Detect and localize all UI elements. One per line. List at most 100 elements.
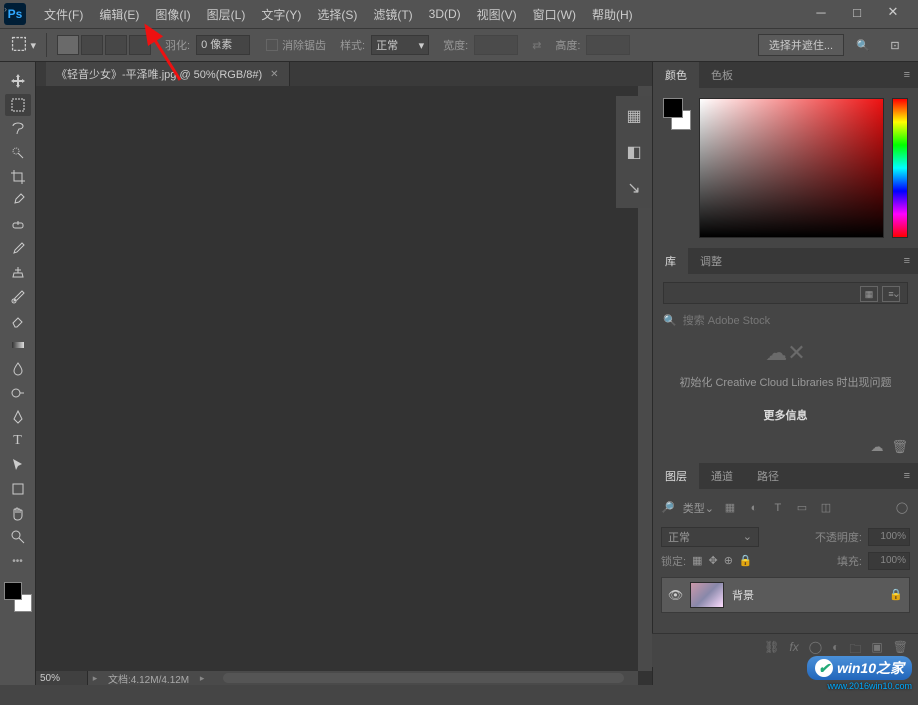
blur-tool[interactable] <box>5 358 31 380</box>
zoom-tool[interactable] <box>5 526 31 548</box>
filter-type-icon[interactable]: T <box>770 501 786 515</box>
crop-tool[interactable] <box>5 166 31 188</box>
docinfo-arrow-icon[interactable]: ▸ <box>88 671 102 685</box>
dodge-tool[interactable] <box>5 382 31 404</box>
menu-type[interactable]: 文字(Y) <box>253 0 309 28</box>
history-dock-icon[interactable]: ▦ <box>622 106 646 126</box>
lib-list-view-icon[interactable]: ≡ <box>882 286 900 302</box>
menu-view[interactable]: 视图(V) <box>469 0 525 28</box>
brushes-dock-icon[interactable]: ↘ <box>622 178 646 198</box>
menu-select[interactable]: 选择(S) <box>309 0 365 28</box>
lock-position-icon[interactable]: ✥ <box>708 554 717 567</box>
type-tool[interactable]: T <box>5 430 31 452</box>
filter-shape-icon[interactable]: ▭ <box>794 501 810 515</box>
layers-panel-menu-icon[interactable]: ≡ <box>896 470 918 482</box>
path-select-tool[interactable] <box>5 454 31 476</box>
tab-layers[interactable]: 图层 <box>653 463 699 489</box>
maximize-button[interactable]: □ <box>846 4 868 20</box>
history-brush-tool[interactable] <box>5 286 31 308</box>
close-tab-icon[interactable]: ✕ <box>270 69 278 80</box>
tool-preset-icon[interactable]: ▾ <box>10 34 36 56</box>
quick-select-tool[interactable] <box>5 142 31 164</box>
feather-input[interactable]: 0 像素 <box>196 35 250 55</box>
menu-edit[interactable]: 编辑(E) <box>91 0 147 28</box>
hue-slider[interactable] <box>892 98 908 238</box>
foreground-color[interactable] <box>4 582 22 600</box>
canvas[interactable] <box>36 86 652 685</box>
selection-subtract-icon[interactable] <box>105 35 127 55</box>
lib-panel-menu-icon[interactable]: ≡ <box>896 255 918 267</box>
filter-toggle-icon[interactable]: ◯ <box>894 501 910 515</box>
trash-icon[interactable]: 🗑 <box>891 439 908 455</box>
link-layers-icon[interactable]: ⛓ <box>764 640 779 661</box>
filter-search-icon[interactable]: 🔎 <box>661 501 675 514</box>
brush-tool[interactable] <box>5 238 31 260</box>
antialias-checkbox[interactable] <box>266 39 278 51</box>
menu-help[interactable]: 帮助(H) <box>584 0 641 28</box>
document-tab[interactable]: 《轻音少女》-平泽唯.jpg @ 50%(RGB/8#) ✕ <box>46 62 290 86</box>
clone-stamp-tool[interactable] <box>5 262 31 284</box>
move-tool[interactable] <box>5 70 31 92</box>
menu-image[interactable]: 图像(I) <box>147 0 198 28</box>
shape-tool[interactable] <box>5 478 31 500</box>
tab-libraries[interactable]: 库 <box>653 248 688 274</box>
selection-intersect-icon[interactable] <box>129 35 151 55</box>
fill-input[interactable] <box>868 552 910 570</box>
tab-paths[interactable]: 路径 <box>745 463 791 489</box>
workspace-icon[interactable]: ⊡ <box>882 34 908 56</box>
opacity-input[interactable] <box>868 528 910 546</box>
scrollbar-horizontal[interactable] <box>223 673 624 683</box>
filter-kind-select[interactable]: 类型⌄ <box>683 500 714 516</box>
color-field[interactable] <box>699 98 884 238</box>
zoom-level[interactable]: 50% <box>36 671 88 685</box>
select-and-mask-button[interactable]: 选择并遮住... <box>758 34 844 56</box>
tab-adjustments[interactable]: 调整 <box>688 248 734 274</box>
lasso-tool[interactable] <box>5 118 31 140</box>
tab-color[interactable]: 颜色 <box>653 62 699 88</box>
lock-pixels-icon[interactable]: ▦ <box>692 554 702 567</box>
menu-filter[interactable]: 滤镜(T) <box>365 0 420 28</box>
menu-window[interactable]: 窗口(W) <box>525 0 584 28</box>
tab-swatches[interactable]: 色板 <box>699 62 745 88</box>
lock-all-icon[interactable]: 🔒 <box>739 554 753 567</box>
menu-file[interactable]: 文件(F) <box>36 0 91 28</box>
selection-new-icon[interactable] <box>57 35 79 55</box>
properties-dock-icon[interactable]: ◧ <box>622 142 646 162</box>
eyedropper-tool[interactable] <box>5 190 31 212</box>
menu-layer[interactable]: 图层(L) <box>199 0 254 28</box>
menu-3d[interactable]: 3D(D) <box>421 0 469 28</box>
style-select[interactable]: 正常▾ <box>371 35 429 55</box>
hand-tool[interactable] <box>5 502 31 524</box>
library-search[interactable]: 🔍 搜索 Adobe Stock <box>663 312 908 328</box>
canvas-view[interactable]: 50% ▸ 文档:4.12M/4.12M ▸ <box>36 86 652 685</box>
filter-pixel-icon[interactable]: ▦ <box>722 501 738 515</box>
pen-tool[interactable] <box>5 406 31 428</box>
color-panel-menu-icon[interactable]: ≡ <box>896 69 918 81</box>
eraser-tool[interactable] <box>5 310 31 332</box>
close-button[interactable]: ✕ <box>882 4 904 20</box>
layer-style-icon[interactable]: fx <box>789 640 798 661</box>
library-more-info-link[interactable]: 更多信息 <box>663 403 908 427</box>
layer-item-background[interactable]: 👁 背景 🔒 <box>661 577 910 613</box>
color-swatches[interactable] <box>4 582 32 612</box>
visibility-toggle-icon[interactable]: 👁 <box>668 588 682 602</box>
marquee-tool[interactable] <box>5 94 31 116</box>
gradient-tool[interactable] <box>5 334 31 356</box>
panel-color-swatches[interactable] <box>663 98 691 130</box>
minimize-button[interactable]: ─ <box>810 4 832 20</box>
search-icon[interactable]: 🔍 <box>850 34 876 56</box>
blend-mode-select[interactable]: 正常⌄ <box>661 527 759 547</box>
selection-add-icon[interactable] <box>81 35 103 55</box>
filter-smart-icon[interactable]: ◫ <box>818 501 834 515</box>
panel-fg-color[interactable] <box>663 98 683 118</box>
lib-grid-view-icon[interactable]: ▦ <box>860 286 878 302</box>
docinfo-menu-icon[interactable]: ▸ <box>195 671 209 685</box>
lock-artboard-icon[interactable]: ⊕ <box>724 554 733 567</box>
swap-icon[interactable]: ⇄ <box>532 39 541 52</box>
healing-brush-tool[interactable] <box>5 214 31 236</box>
tab-channels[interactable]: 通道 <box>699 463 745 489</box>
layer-thumbnail[interactable] <box>690 582 724 608</box>
edit-toolbar-button[interactable]: ••• <box>5 550 31 572</box>
filter-adjust-icon[interactable]: ◐ <box>746 501 762 515</box>
toolbox-grip[interactable]: › <box>4 4 18 14</box>
